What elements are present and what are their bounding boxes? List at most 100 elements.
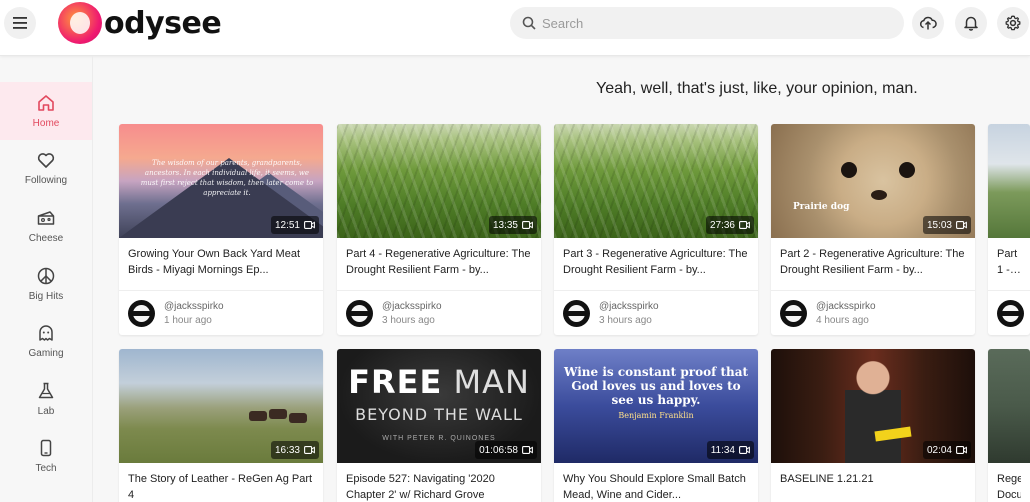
duration-text: 16:33 bbox=[274, 444, 300, 456]
sidebar-item-label: Following bbox=[24, 175, 68, 187]
video-thumbnail[interactable]: Prairie dog 15:03 bbox=[771, 124, 975, 238]
video-camera-icon bbox=[739, 446, 750, 454]
duration-badge: 12:51 bbox=[270, 216, 319, 234]
home-icon bbox=[38, 94, 54, 111]
video-meta bbox=[988, 291, 1030, 335]
search-input[interactable] bbox=[542, 15, 862, 31]
video-card[interactable]: 16:33 The Story of Leather - ReGen Ag Pa… bbox=[119, 349, 323, 502]
sidebar-item-gaming[interactable]: Gaming bbox=[0, 312, 92, 370]
logo-icon bbox=[58, 2, 102, 44]
hamburger-icon bbox=[13, 17, 27, 29]
animal-art bbox=[899, 162, 915, 178]
notifications-button[interactable] bbox=[955, 7, 987, 39]
thumbnail-overlay-text: Prairie dog bbox=[793, 202, 850, 212]
video-camera-icon bbox=[304, 446, 315, 454]
video-title[interactable]: The Story of Leather - ReGen Ag Part 4 bbox=[119, 463, 323, 502]
header: odysee bbox=[0, 0, 1030, 56]
sidebar-item-label: Gaming bbox=[28, 348, 64, 360]
video-thumbnail[interactable]: The wisdom of our parents, grandparents,… bbox=[119, 124, 323, 238]
channel-name[interactable]: @jacksspirko bbox=[382, 301, 442, 312]
duration-text: 27:36 bbox=[709, 219, 735, 231]
video-camera-icon bbox=[956, 221, 967, 229]
channel-avatar[interactable] bbox=[780, 299, 807, 327]
settings-button[interactable] bbox=[997, 7, 1029, 39]
sidebar-item-home[interactable]: Home bbox=[0, 82, 92, 140]
thumbnail-overlay-text: FREE MAN bbox=[348, 363, 530, 401]
video-card[interactable]: Wine is constant proof that God loves us… bbox=[554, 349, 758, 502]
sidebar-item-label: Cheese bbox=[28, 232, 64, 244]
video-camera-icon bbox=[739, 221, 750, 229]
video-title[interactable]: Reger Docur bbox=[988, 463, 1030, 502]
sidebar-item-label: Big Hits bbox=[28, 290, 64, 302]
video-thumbnail[interactable]: 16:33 bbox=[119, 349, 323, 463]
cheese-icon bbox=[37, 211, 55, 225]
duration-text: 11:34 bbox=[710, 444, 735, 456]
video-card[interactable]: FREE MAN BEYOND THE WALL WITH PETER R. Q… bbox=[337, 349, 541, 502]
video-title[interactable]: Why You Should Explore Small Batch Mead,… bbox=[554, 463, 758, 502]
sidebar-item-following[interactable]: Following bbox=[0, 140, 92, 198]
odysee-logo[interactable]: odysee bbox=[58, 2, 222, 44]
duration-text: 02:04 bbox=[926, 444, 952, 456]
channel-avatar[interactable] bbox=[563, 299, 590, 327]
sidebar-item-big-hits[interactable]: Big Hits bbox=[0, 255, 92, 313]
duration-text: 15:03 bbox=[926, 219, 952, 231]
channel-avatar[interactable] bbox=[346, 299, 373, 327]
video-title[interactable]: BASELINE 1.21.21 bbox=[771, 463, 975, 502]
sidebar-item-lab[interactable]: Lab bbox=[0, 370, 92, 428]
sidebar-item-label: Tech bbox=[35, 463, 57, 475]
sidebar-divider bbox=[92, 56, 93, 502]
channel-avatar[interactable] bbox=[128, 299, 155, 327]
video-meta: @jacksspirko 3 hours ago bbox=[554, 291, 758, 335]
search-icon bbox=[522, 16, 536, 30]
sidebar-item-cheese[interactable]: Cheese bbox=[0, 197, 92, 255]
upload-button[interactable] bbox=[912, 7, 944, 39]
video-card[interactable]: Part 1 - The D bbox=[988, 124, 1030, 335]
sidebar-item-label: Lab bbox=[37, 405, 55, 417]
video-thumbnail[interactable]: Wine is constant proof that God loves us… bbox=[554, 349, 758, 463]
video-card[interactable]: 27:36 Part 3 - Regenerative Agriculture:… bbox=[554, 124, 758, 335]
duration-badge: 13:35 bbox=[488, 216, 537, 234]
sidebar-item-label: Home bbox=[32, 117, 60, 129]
cow-art bbox=[289, 413, 307, 423]
channel-avatar[interactable] bbox=[997, 299, 1024, 327]
channel-name[interactable]: @jacksspirko bbox=[816, 301, 876, 312]
video-thumbnail[interactable]: 02:04 bbox=[771, 349, 975, 463]
duration-badge: 02:04 bbox=[922, 441, 971, 459]
peace-icon bbox=[37, 267, 55, 284]
duration-badge: 16:33 bbox=[270, 441, 319, 459]
menu-button[interactable] bbox=[4, 7, 36, 39]
video-camera-icon bbox=[522, 221, 533, 229]
video-thumbnail[interactable] bbox=[988, 124, 1030, 238]
duration-badge: 01:06:58 bbox=[475, 441, 537, 459]
bell-icon bbox=[964, 16, 978, 31]
thumbnail-overlay-subtext: BEYOND THE WALL bbox=[355, 405, 523, 424]
video-card[interactable]: 02:04 BASELINE 1.21.21 bbox=[771, 349, 975, 502]
thumbnail-overlay-text: Wine is constant proof that God loves us… bbox=[563, 365, 749, 407]
heart-icon bbox=[37, 153, 55, 169]
video-title[interactable]: Episode 527: Navigating '2020 Chapter 2'… bbox=[337, 463, 541, 502]
duration-text: 01:06:58 bbox=[479, 444, 518, 456]
video-title[interactable]: Part 3 - Regenerative Agriculture: The D… bbox=[554, 238, 758, 290]
video-card[interactable]: Reger Docur bbox=[988, 349, 1030, 502]
video-camera-icon bbox=[522, 446, 533, 454]
video-thumbnail[interactable]: 13:35 bbox=[337, 124, 541, 238]
duration-badge: 11:34 bbox=[706, 441, 754, 459]
channel-name[interactable]: @jacksspirko bbox=[164, 301, 224, 312]
duration-badge: 27:36 bbox=[705, 216, 754, 234]
video-title[interactable]: Part 2 - Regenerative Agriculture: The D… bbox=[771, 238, 975, 290]
video-title[interactable]: Part 1 - The D bbox=[988, 238, 1030, 290]
gear-icon bbox=[1005, 15, 1021, 31]
video-card[interactable]: The wisdom of our parents, grandparents,… bbox=[119, 124, 323, 335]
video-title[interactable]: Part 4 - Regenerative Agriculture: The D… bbox=[337, 238, 541, 290]
sidebar-item-tech[interactable]: Tech bbox=[0, 428, 92, 486]
upload-time: 4 hours ago bbox=[816, 314, 869, 326]
video-thumbnail[interactable]: FREE MAN BEYOND THE WALL WITH PETER R. Q… bbox=[337, 349, 541, 463]
search-bar[interactable] bbox=[510, 7, 904, 39]
video-card[interactable]: Prairie dog 15:03 Part 2 - Regenerative … bbox=[771, 124, 975, 335]
video-title[interactable]: Growing Your Own Back Yard Meat Birds - … bbox=[119, 238, 323, 290]
channel-name[interactable]: @jacksspirko bbox=[599, 301, 659, 312]
video-thumbnail[interactable]: 27:36 bbox=[554, 124, 758, 238]
video-thumbnail[interactable] bbox=[988, 349, 1030, 463]
video-card[interactable]: 13:35 Part 4 - Regenerative Agriculture:… bbox=[337, 124, 541, 335]
person-art bbox=[845, 359, 901, 463]
